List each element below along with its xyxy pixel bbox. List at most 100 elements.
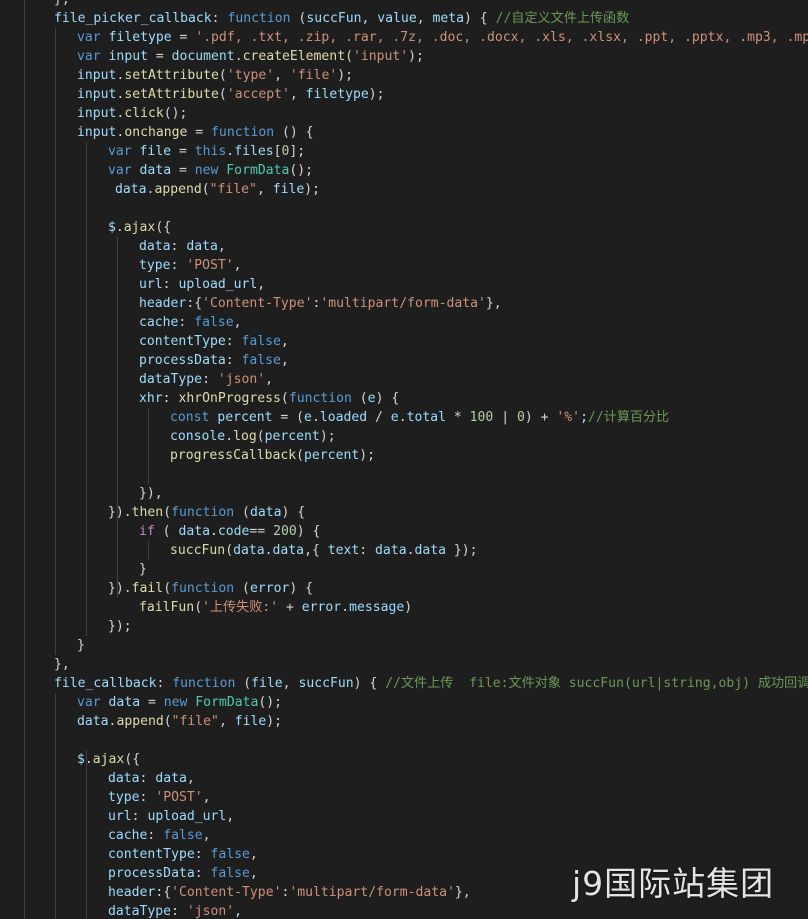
- code-token: ,: [416, 11, 433, 26]
- code-token: +: [278, 600, 302, 615]
- code-token: file: [234, 714, 267, 729]
- code-line: const percent = (e.loaded / e.total * 10…: [170, 408, 669, 427]
- code-token: .: [234, 49, 243, 64]
- code-token: ,: [289, 87, 306, 102]
- code-token: type: [108, 790, 140, 805]
- code-token: :: [131, 809, 148, 824]
- code-token: ,: [274, 68, 290, 83]
- code-token: ) {: [353, 676, 386, 691]
- code-line: if ( data.code== 200) {: [139, 522, 320, 541]
- code-token: 100: [469, 410, 494, 425]
- code-token: function: [288, 391, 352, 406]
- code-token: succFun: [306, 11, 362, 26]
- code-token: ;: [580, 410, 588, 425]
- code-editor[interactable]: },file_picker_callback: function (succFu…: [0, 0, 808, 919]
- code-token: ,: [233, 315, 242, 330]
- code-token: (: [163, 505, 172, 520]
- code-token: ();: [258, 695, 283, 710]
- code-token: =: [171, 163, 195, 178]
- code-token: *: [446, 410, 470, 425]
- code-token: .: [226, 144, 235, 159]
- code-token: :{: [186, 296, 203, 311]
- code-token: filetype: [108, 30, 172, 45]
- code-token: (: [163, 581, 172, 596]
- code-line: type: 'POST',: [108, 788, 211, 807]
- code-token: (: [290, 11, 307, 26]
- code-token: this: [194, 144, 227, 159]
- code-token: );: [408, 49, 424, 64]
- code-token: file: [251, 676, 283, 691]
- code-line: type: 'POST',: [139, 256, 242, 275]
- code-token: log: [233, 429, 257, 444]
- code-token: 'multipart/form-data': [289, 885, 455, 900]
- code-token: files: [234, 144, 274, 159]
- code-token: 200: [273, 524, 297, 539]
- code-token: ,: [202, 828, 211, 843]
- code-token: ): [404, 600, 413, 615]
- code-token: ,: [282, 676, 299, 691]
- code-line: progressCallback(percent);: [170, 446, 375, 465]
- code-token: function: [171, 505, 235, 520]
- code-token: dataType: [139, 372, 203, 387]
- code-token: function: [172, 676, 236, 691]
- indent-guide: [148, 408, 149, 484]
- code-token: (: [225, 543, 234, 558]
- code-token: .: [398, 410, 407, 425]
- indent-guide: [86, 750, 87, 919]
- code-token: file_callback: [54, 676, 157, 691]
- code-token: failFun: [139, 600, 195, 615]
- code-line: failFun('上传失败:' + error.message): [139, 598, 412, 617]
- code-token: $: [108, 220, 116, 235]
- code-token: 'multipart/form-data': [320, 296, 486, 311]
- code-token: (: [234, 505, 250, 520]
- code-token: :: [170, 239, 187, 254]
- code-token: 'json': [186, 904, 235, 919]
- code-line: $.ajax({: [108, 218, 171, 237]
- code-token: :: [162, 391, 179, 406]
- code-token: );: [304, 182, 321, 197]
- code-line: header:{'Content-Type':'multipart/form-d…: [108, 883, 471, 902]
- code-token: .: [225, 429, 234, 444]
- code-token: :: [194, 866, 211, 881]
- code-token: }: [77, 638, 85, 653]
- code-token: ajax: [123, 220, 156, 235]
- code-line: data.append("file", file);: [115, 180, 320, 199]
- code-line: cache: false,: [108, 826, 211, 845]
- code-token: );: [368, 87, 385, 102]
- code-token: url: [139, 277, 163, 292]
- code-token: input: [77, 125, 117, 140]
- code-token: cache: [108, 828, 148, 843]
- code-token: (: [154, 524, 179, 539]
- code-token: contentType: [139, 334, 226, 349]
- code-token: data: [272, 543, 305, 558]
- code-token: function: [227, 11, 291, 26]
- code-token: document: [171, 49, 235, 64]
- code-token: .: [264, 543, 273, 558]
- code-token: ) {: [296, 524, 321, 539]
- code-token: :: [225, 334, 242, 349]
- code-token: false: [241, 353, 281, 368]
- code-token: false: [194, 315, 234, 330]
- code-line: var data = new FormData();: [77, 693, 282, 712]
- code-token: message: [349, 600, 405, 615]
- code-token: :: [139, 771, 156, 786]
- code-token: }),: [139, 486, 163, 501]
- code-token: }: [139, 562, 147, 577]
- code-token: append: [116, 714, 164, 729]
- indent-guide: [55, 28, 56, 655]
- code-token: var: [108, 163, 132, 178]
- code-token: '上传失败:': [202, 600, 279, 615]
- code-token: /: [367, 410, 391, 425]
- code-token: then: [131, 505, 164, 520]
- code-token: var: [77, 30, 101, 45]
- code-token: ,: [265, 372, 274, 387]
- code-line: header:{'Content-Type':'multipart/form-d…: [139, 294, 502, 313]
- code-line: data.append("file", file);: [77, 712, 282, 731]
- code-token: (: [218, 87, 227, 102]
- code-line: input.onchange = function () {: [77, 123, 314, 142]
- code-line: processData: false,: [108, 864, 258, 883]
- code-line: file_picker_callback: function (succFun,…: [54, 9, 629, 28]
- code-line: file_callback: function (file, succFun) …: [54, 674, 808, 693]
- code-token: (: [235, 676, 252, 691]
- code-token: function: [211, 125, 275, 140]
